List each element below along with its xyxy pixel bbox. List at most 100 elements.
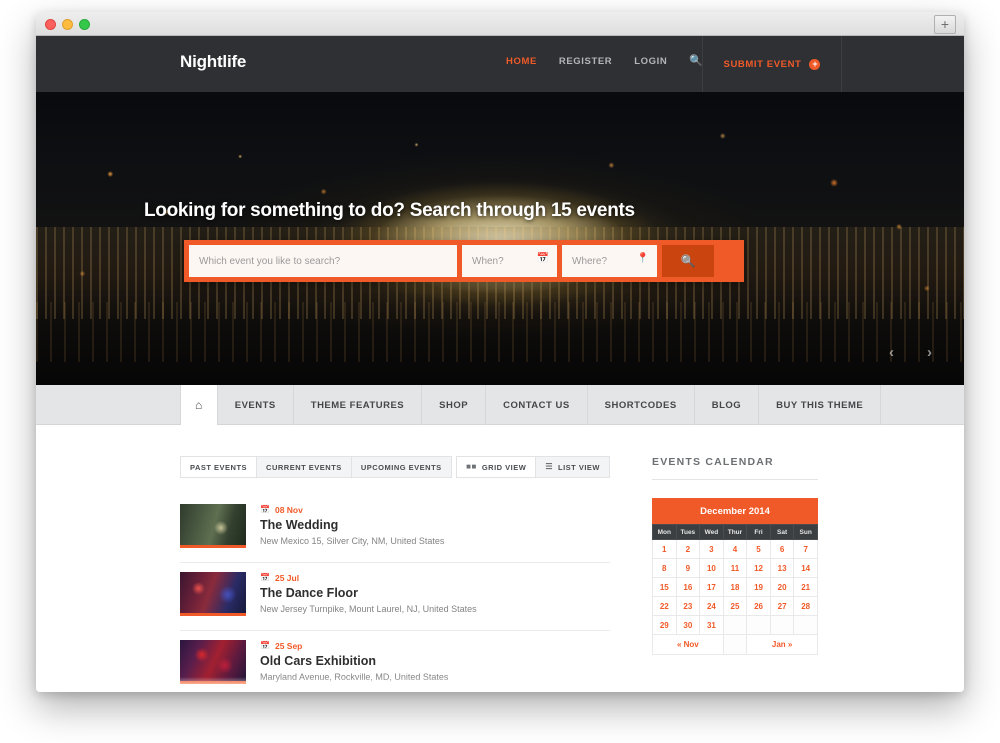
tab-past-events[interactable]: PAST EVENTS — [180, 456, 258, 478]
event-thumbnail[interactable] — [180, 572, 246, 616]
calendar-day[interactable]: 16 — [675, 577, 701, 597]
calendar-day[interactable]: 12 — [746, 558, 771, 578]
grid-view-button[interactable]: ■■ GRID VIEW — [456, 456, 537, 478]
nav-item-shop[interactable]: SHOP — [422, 385, 487, 425]
event-title[interactable]: The Dance Floor — [260, 586, 610, 600]
event-location: New Jersey Turnpike, Mount Laurel, NJ, U… — [260, 604, 477, 614]
event-date: 📅 08 Nov — [260, 505, 610, 515]
calendar-day[interactable]: 21 — [793, 577, 818, 597]
calendar-day-empty — [722, 615, 748, 635]
calendar-icon: 📅 — [260, 573, 270, 582]
calendar-day[interactable]: 17 — [699, 577, 724, 597]
calendar-day-empty — [769, 615, 795, 635]
calendar-day[interactable]: 4 — [722, 539, 748, 559]
page-title: EVENTS CALENDAR — [652, 456, 818, 480]
event-date: 📅 25 Sep — [260, 641, 610, 651]
calendar-day[interactable]: 26 — [746, 596, 771, 616]
search-keyword-input[interactable] — [189, 245, 457, 277]
calendar-day-empty — [746, 615, 771, 635]
weekday-wed: Wed — [699, 524, 724, 540]
nav-item-blog[interactable]: BLOG — [695, 385, 760, 425]
calendar-day[interactable]: 15 — [652, 577, 677, 597]
calendar-prev-month-button[interactable]: « Nov — [652, 634, 724, 655]
events-list: 📅 08 Nov The Wedding New Mexico 15, Silv… — [180, 495, 610, 692]
calendar-day[interactable]: 14 — [793, 558, 818, 578]
event-thumbnail[interactable] — [180, 504, 246, 548]
search-submit-button[interactable]: 🔍 — [662, 245, 714, 277]
event-title[interactable]: The Wedding — [260, 518, 610, 532]
search-where-wrapper: 📍 — [562, 245, 657, 277]
events-toolbar: PAST EVENTS CURRENT EVENTS UPCOMING EVEN… — [180, 456, 610, 478]
calendar-day[interactable]: 18 — [722, 577, 748, 597]
event-details: 📅 08 Nov The Wedding New Mexico 15, Silv… — [260, 504, 610, 546]
list-view-button[interactable]: ☰ LIST VIEW — [536, 456, 610, 478]
calendar-day[interactable]: 19 — [746, 577, 771, 597]
calendar-day[interactable]: 28 — [793, 596, 818, 616]
event-thumbnail[interactable] — [180, 640, 246, 684]
event-search-bar: 📅 📍 🔍 — [184, 240, 744, 282]
search-when-input[interactable] — [462, 245, 557, 277]
main-navigation: HOME REGISTER LOGIN 🔍 — [506, 56, 703, 68]
brand-logo[interactable]: Nightlife — [180, 52, 246, 72]
calendar-week-row: 8 9 10 11 12 13 14 — [652, 558, 818, 578]
minimize-window-button[interactable] — [62, 19, 73, 30]
calendar-day[interactable]: 6 — [769, 539, 795, 559]
calendar-day[interactable]: 31 — [699, 615, 724, 635]
nav-item-login[interactable]: LOGIN — [634, 56, 667, 67]
calendar-next-month-button[interactable]: Jan » — [746, 634, 818, 655]
submit-event-button[interactable]: SUBMIT EVENT + — [702, 36, 842, 92]
tab-upcoming-events[interactable]: UPCOMING EVENTS — [351, 456, 452, 478]
calendar-day[interactable]: 8 — [652, 558, 677, 578]
slider-prev-arrow[interactable]: ‹ — [889, 344, 894, 361]
weekday-thur: Thur — [722, 524, 748, 540]
slider-next-arrow[interactable]: › — [927, 344, 932, 361]
nav-item-events[interactable]: EVENTS — [218, 385, 294, 425]
calendar-day[interactable]: 3 — [699, 539, 724, 559]
sidebar-item-home[interactable]: ⌂ — [180, 385, 218, 425]
event-details: 📅 25 Sep Old Cars Exhibition Maryland Av… — [260, 640, 610, 682]
view-mode-toggle: ■■ GRID VIEW ☰ LIST VIEW — [456, 456, 610, 478]
list-item[interactable]: 📅 08 Nov The Wedding New Mexico 15, Silv… — [180, 495, 610, 563]
calendar-week-row: 29 30 31 — [652, 615, 818, 635]
calendar-day[interactable]: 27 — [769, 596, 795, 616]
event-title[interactable]: Old Cars Exhibition — [260, 654, 610, 668]
new-tab-button[interactable]: + — [934, 15, 956, 34]
search-where-input[interactable] — [562, 245, 657, 277]
calendar-day[interactable]: 2 — [675, 539, 701, 559]
calendar-day[interactable]: 22 — [652, 596, 677, 616]
calendar-week-row: 15 16 17 18 19 20 21 — [652, 577, 818, 597]
nav-item-home[interactable]: HOME — [506, 56, 537, 67]
calendar-day[interactable]: 29 — [652, 615, 677, 635]
calendar-day[interactable]: 24 — [699, 596, 724, 616]
calendar-day[interactable]: 13 — [769, 558, 795, 578]
page-viewport: Nightlife HOME REGISTER LOGIN 🔍 SUBMIT E… — [36, 36, 964, 692]
calendar-day[interactable]: 9 — [675, 558, 701, 578]
calendar-day[interactable]: 23 — [675, 596, 701, 616]
event-date: 📅 25 Jul — [260, 573, 610, 583]
close-window-button[interactable] — [45, 19, 56, 30]
hero-slider: Looking for something to do? Search thro… — [36, 92, 964, 385]
calendar-day[interactable]: 20 — [769, 577, 795, 597]
nav-item-theme-features[interactable]: THEME FEATURES — [294, 385, 423, 425]
page-content: PAST EVENTS CURRENT EVENTS UPCOMING EVEN… — [36, 425, 964, 691]
nav-item-shortcodes[interactable]: SHORTCODES — [588, 385, 695, 425]
list-item[interactable]: 📅 25 Jul The Dance Floor New Jersey Turn… — [180, 563, 610, 631]
nav-item-buy-this-theme[interactable]: BUY THIS THEME — [759, 385, 882, 425]
calendar-day[interactable]: 30 — [675, 615, 701, 635]
plus-icon: + — [809, 58, 821, 70]
calendar-day[interactable]: 5 — [746, 539, 771, 559]
event-details: 📅 25 Jul The Dance Floor New Jersey Turn… — [260, 572, 610, 614]
calendar-day[interactable]: 10 — [699, 558, 724, 578]
nav-item-contact-us[interactable]: CONTACT US — [486, 385, 588, 425]
event-date-label: 25 Jul — [274, 573, 300, 583]
calendar-day[interactable]: 25 — [722, 596, 748, 616]
calendar-day[interactable]: 7 — [793, 539, 818, 559]
list-item[interactable]: 📅 25 Sep Old Cars Exhibition Maryland Av… — [180, 631, 610, 692]
calendar-day[interactable]: 11 — [722, 558, 748, 578]
maximize-window-button[interactable] — [79, 19, 90, 30]
window-controls — [45, 19, 90, 30]
event-filter-tabs: PAST EVENTS CURRENT EVENTS UPCOMING EVEN… — [180, 456, 452, 478]
calendar-day[interactable]: 1 — [652, 539, 677, 559]
nav-item-register[interactable]: REGISTER — [559, 56, 612, 67]
tab-current-events[interactable]: CURRENT EVENTS — [257, 456, 352, 478]
